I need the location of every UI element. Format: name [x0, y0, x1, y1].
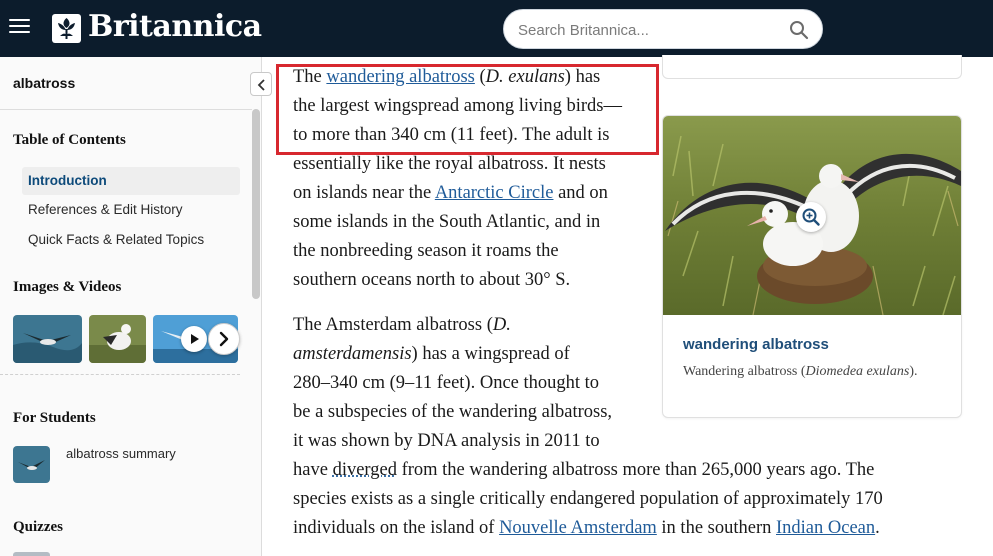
collapse-sidebar-button[interactable]: [250, 72, 272, 96]
article-line: it was shown by DNA analysis in 2011 to: [293, 431, 600, 451]
article-line: have diverged from the wandering albatro…: [293, 460, 875, 480]
sidebar-topic-title: albatross: [13, 75, 76, 91]
top-header: Britannica: [0, 0, 993, 57]
article-line: 280–340 cm (9–11 feet). Once thought to: [293, 373, 600, 393]
article-line: The wandering albatross (D. exulans) has: [293, 67, 601, 87]
media-carousel-next-button[interactable]: [208, 323, 240, 355]
students-heading: For Students: [13, 410, 96, 426]
search-input[interactable]: [518, 20, 778, 40]
media-heading: Images & Videos: [13, 279, 122, 295]
diverged-definition-link[interactable]: diverged: [333, 460, 397, 480]
divider: [0, 109, 252, 110]
media-thumbnail-flying-albatross[interactable]: [13, 315, 82, 363]
toc-item-references[interactable]: References & Edit History: [22, 196, 240, 224]
hamburger-menu-icon[interactable]: [9, 19, 30, 37]
zoom-icon[interactable]: [796, 202, 826, 232]
article-line: species exists as a single critically en…: [293, 489, 883, 509]
article-line: essentially like the royal albatross. It…: [293, 154, 606, 174]
article-line: some islands in the South Atlantic, and …: [293, 212, 601, 232]
article-line: southern oceans north to about 30° S.: [293, 270, 571, 290]
toc-heading: Table of Contents: [13, 132, 126, 148]
nouvelle-amsterdam-link[interactable]: Nouvelle Amsterdam: [499, 518, 657, 538]
sidebar-scrollbar[interactable]: [252, 109, 260, 299]
chevron-right-icon: [219, 331, 229, 347]
britannica-thistle-logo-icon[interactable]: [52, 14, 81, 43]
antarctic-circle-link[interactable]: Antarctic Circle: [435, 183, 554, 203]
search-box[interactable]: [503, 9, 823, 49]
wandering-albatross-link[interactable]: wandering albatross: [326, 67, 474, 87]
left-sidebar: albatross Table of Contents Introduction…: [0, 57, 262, 556]
article-line: to more than 340 cm (11 feet). The adult…: [293, 125, 610, 145]
article-line: individuals on the island of Nouvelle Am…: [293, 518, 880, 538]
media-card-caption: Wandering albatross (Diomedea exulans).: [683, 364, 918, 379]
article-line: on islands near the Antarctic Circle and…: [293, 183, 608, 203]
student-summary-thumbnail[interactable]: [13, 446, 50, 483]
toc-item-quick-facts[interactable]: Quick Facts & Related Topics: [22, 226, 240, 254]
divider: [0, 374, 240, 375]
media-thumbnail-nesting-albatross[interactable]: [89, 315, 146, 363]
toc-item-introduction[interactable]: Introduction: [22, 167, 240, 195]
quiz-thumbnail[interactable]: [13, 552, 50, 556]
media-card-title[interactable]: wandering albatross: [683, 336, 829, 353]
previous-card-bottom: [662, 55, 962, 79]
chevron-left-icon: [257, 79, 265, 91]
article-line: the nonbreeding season it roams the: [293, 241, 559, 261]
quizzes-heading: Quizzes: [13, 519, 63, 535]
student-summary-link[interactable]: albatross summary: [66, 446, 176, 461]
video-play-icon[interactable]: [181, 326, 207, 352]
brand-logo-text[interactable]: Britannica: [88, 9, 262, 44]
media-card[interactable]: wandering albatross Wandering albatross …: [662, 115, 962, 418]
search-icon[interactable]: [789, 20, 809, 40]
indian-ocean-link[interactable]: Indian Ocean: [776, 518, 875, 538]
article-line: the largest wingspread among living bird…: [293, 96, 623, 116]
article-line: amsterdamensis) has a wingspread of: [293, 344, 570, 364]
article-line: The Amsterdam albatross (D.: [293, 315, 511, 335]
article-line: be a subspecies of the wandering albatro…: [293, 402, 613, 422]
